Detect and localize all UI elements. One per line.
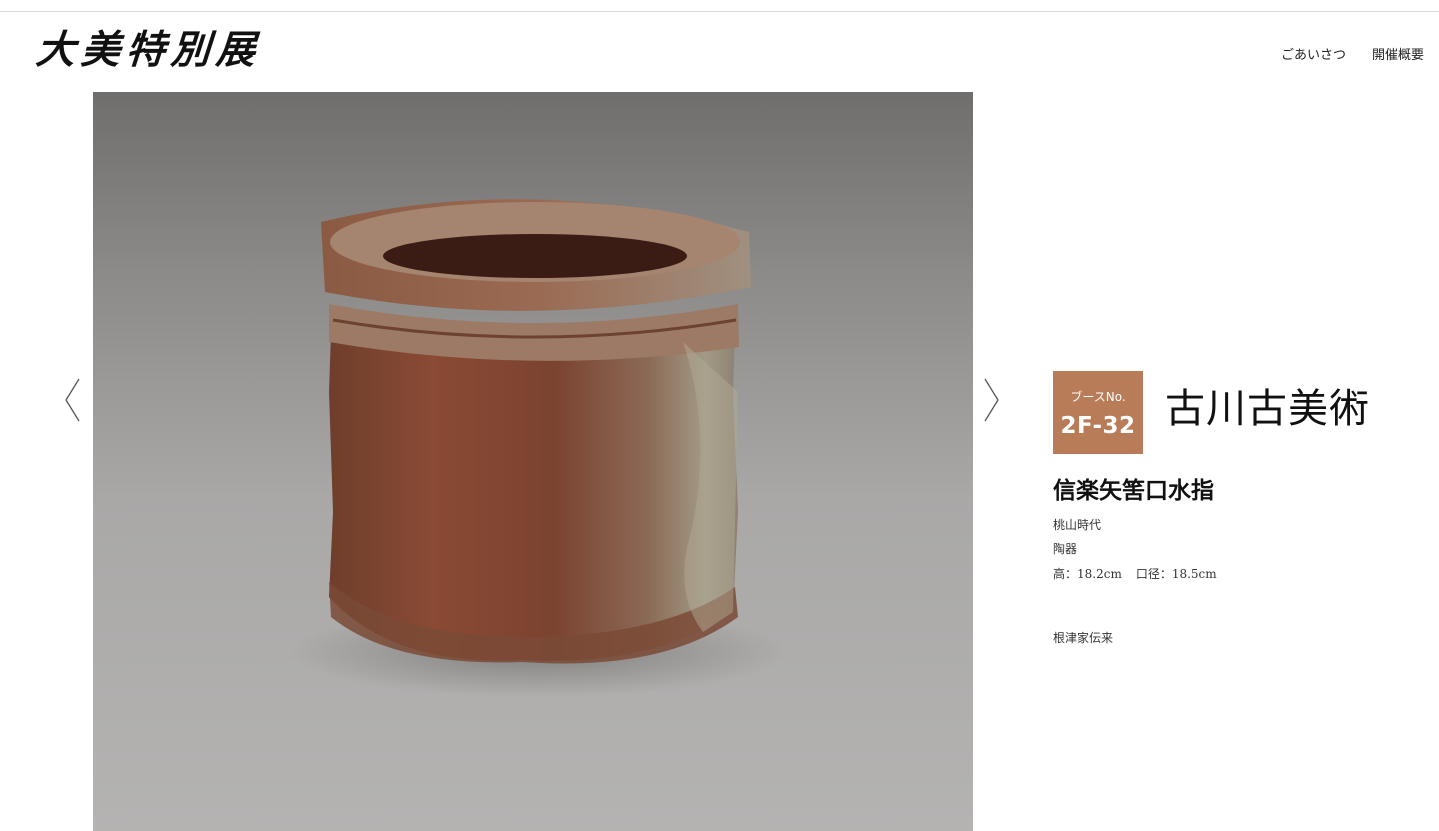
dealer-name: 古川古美術 (1165, 386, 1370, 432)
booth-number: 2F-32 (1060, 413, 1136, 439)
item-height: 高：18.2cm (1053, 567, 1122, 581)
booth-badge: ブースNo. 2F-32 (1053, 371, 1143, 454)
item-title: 信楽矢筈口水指 (1053, 477, 1214, 504)
chevron-left-icon (65, 378, 80, 422)
next-button[interactable] (976, 370, 1006, 430)
item-period: 桃山時代 (1053, 518, 1102, 532)
item-provenance: 根津家伝来 (1053, 631, 1114, 645)
prev-button[interactable] (58, 370, 88, 430)
booth-label: ブースNo. (1070, 390, 1126, 404)
item-material: 陶器 (1053, 542, 1078, 556)
top-divider (0, 11, 1439, 12)
item-dimensions: 高：18.2cm 口径：18.5cm (1053, 566, 1217, 582)
item-diameter: 口径：18.5cm (1135, 567, 1217, 581)
site-logo[interactable]: 大美特別展 (34, 26, 262, 74)
nav-greeting[interactable]: ごあいさつ (1281, 44, 1346, 63)
nav-overview[interactable]: 開催概要 (1372, 44, 1424, 63)
chevron-right-icon (984, 378, 999, 422)
main-nav: ごあいさつ 開催概要 (1281, 44, 1424, 63)
artwork-image (93, 92, 973, 831)
